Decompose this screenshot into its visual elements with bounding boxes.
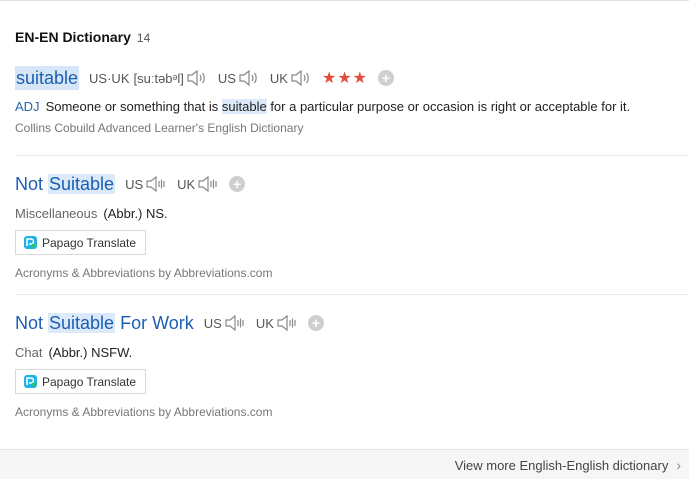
result-count: 14 <box>136 31 151 45</box>
category-label: Chat <box>15 345 43 360</box>
speaker-icon[interactable] <box>145 174 167 194</box>
us-label: US <box>217 70 236 86</box>
entry-not-suitable: Not Suitable US UK + Miscellaneous (Abbr.… <box>15 171 689 280</box>
headword[interactable]: Not Suitable <box>15 172 116 196</box>
entry-divider <box>15 155 689 156</box>
plus-circle-icon[interactable]: + <box>378 70 395 86</box>
abbreviation-row: Miscellaneous (Abbr.) NS. <box>15 206 689 221</box>
speaker-icon[interactable] <box>276 313 298 333</box>
uk-label: UK <box>269 70 288 86</box>
speaker-icon[interactable] <box>290 68 312 88</box>
papago-logo-icon <box>24 375 37 388</box>
dictionary-source: Acronyms & Abbreviations by Abbreviation… <box>15 266 273 280</box>
headword[interactable]: suitable <box>15 66 80 90</box>
definition-highlight: suitable <box>221 99 267 114</box>
dictionary-source: Acronyms & Abbreviations by Abbreviation… <box>15 405 273 419</box>
view-more-label: View more English-English dictionary <box>454 457 669 473</box>
phonetic: [suːtəbᵊl] <box>133 70 184 86</box>
uk-label: UK <box>177 176 196 192</box>
dictionary-title: EN-EN Dictionary <box>15 29 131 45</box>
abbreviation-text: (Abbr.) NS. <box>103 206 168 221</box>
definition: ADJ Someone or something that is suitable… <box>15 99 689 114</box>
top-divider <box>0 0 689 1</box>
dictionary-source: Collins Cobuild Advanced Learner's Engli… <box>15 121 304 135</box>
entry-divider <box>15 294 689 295</box>
speaker-icon[interactable] <box>197 174 219 194</box>
speaker-icon[interactable] <box>186 68 208 88</box>
papago-logo-icon <box>24 236 37 249</box>
abbreviation-row: Chat (Abbr.) NSFW. <box>15 345 689 360</box>
papago-translate-label: Papago Translate <box>42 374 137 389</box>
definition-text-end: for a particular purpose or occasion is … <box>266 99 631 114</box>
speaker-icon[interactable] <box>238 68 260 88</box>
headword[interactable]: Not Suitable For Work <box>15 311 194 335</box>
uk-label: UK <box>255 315 274 331</box>
chevron-right-icon: › <box>676 457 681 473</box>
papago-translate-button[interactable]: Papago Translate <box>15 369 147 394</box>
plus-circle-icon[interactable]: + <box>307 315 324 331</box>
us-uk-label: US·UK <box>89 70 130 86</box>
us-label: US <box>125 176 144 192</box>
footer-bar: View more English-English dictionary › <box>0 449 689 479</box>
view-more-link[interactable]: View more English-English dictionary › <box>455 457 681 473</box>
entry-suitable: suitable US·UK [suːtəbᵊl] US UK ★★★ + AD… <box>15 65 689 135</box>
abbreviation-text: (Abbr.) NSFW. <box>48 345 133 360</box>
entry-not-suitable-for-work: Not Suitable For Work US UK + Chat (Abbr.… <box>15 310 689 419</box>
frequency-stars: ★★★ <box>321 70 369 87</box>
papago-translate-button[interactable]: Papago Translate <box>15 230 147 255</box>
category-label: Miscellaneous <box>15 206 98 221</box>
plus-circle-icon[interactable]: + <box>229 176 246 192</box>
us-label: US <box>203 315 222 331</box>
definition-text-start: Someone or something that is <box>45 99 222 114</box>
dictionary-header: EN-EN Dictionary 14 <box>15 29 150 45</box>
speaker-icon[interactable] <box>224 313 246 333</box>
part-of-speech: ADJ <box>15 99 40 114</box>
papago-translate-label: Papago Translate <box>42 235 137 250</box>
